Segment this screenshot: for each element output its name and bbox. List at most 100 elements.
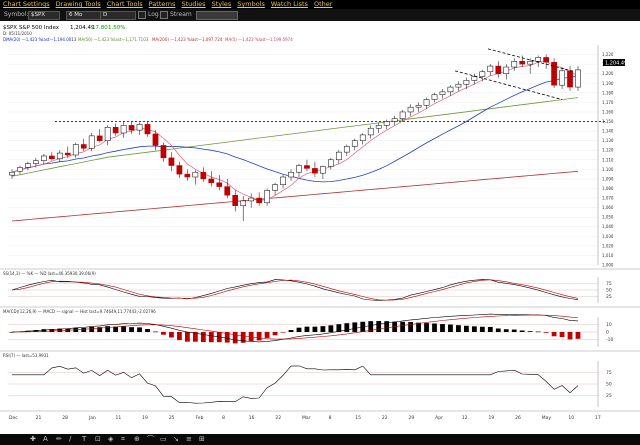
- y-tick-label: 1,020: [602, 243, 614, 248]
- candle-body: [224, 186, 231, 196]
- candle-body: [535, 57, 541, 62]
- price-marker-label: 1,204.49: [605, 61, 627, 67]
- candle-body: [296, 165, 302, 173]
- macd-hist-bar: [440, 324, 445, 332]
- y-tick-label: 1,220: [602, 52, 614, 57]
- ma20-label: DMA(20) —1,423 %last—1,194.0013: [3, 37, 77, 42]
- macd-hist-bar: [89, 326, 95, 332]
- drawing-tool-icon-2[interactable]: ✏: [56, 434, 62, 445]
- drawing-tool-icon-1[interactable]: A: [43, 434, 48, 445]
- candle-body: [383, 121, 390, 126]
- macd-level-label: 10: [606, 322, 612, 328]
- candle-body: [17, 167, 23, 172]
- drawing-tool-icon-0[interactable]: ✚: [30, 434, 36, 445]
- macd-hist-bar: [105, 326, 111, 332]
- macd-hist-bar: [256, 332, 262, 341]
- drawing-tool-icon-11[interactable]: ↘: [173, 434, 179, 445]
- period-select[interactable]: D: [100, 11, 136, 20]
- drawing-tool-icon-6[interactable]: ◈: [108, 434, 113, 445]
- symbol-input[interactable]: $SPX: [28, 11, 60, 20]
- menu-item-watch-lists[interactable]: Watch Lists: [271, 0, 308, 9]
- rsi-label: RSI(7) — last=53.9931: [3, 353, 49, 358]
- menu-item-symbols[interactable]: Symbols: [237, 0, 265, 9]
- macd-hist-bar: [121, 326, 127, 332]
- menu-item-chart-tools[interactable]: Chart Tools: [107, 0, 143, 9]
- candle-body: [176, 165, 183, 175]
- macd-hist-bar: [296, 327, 302, 332]
- chart-area[interactable]: $SPX S&P 500 Index 1,204.49 17.80 1.50% …: [0, 21, 640, 434]
- candle-body: [264, 190, 270, 204]
- candle-body: [431, 94, 438, 100]
- date-line: D: 05/11/2010: [3, 31, 32, 36]
- macd-hist-bar: [288, 329, 294, 332]
- macd-hist-bar: [471, 326, 477, 332]
- drawing-tool-icon-5[interactable]: ⊡: [95, 434, 101, 445]
- stream-label: Stream: [170, 11, 192, 18]
- ma5-label: MA(5) —1,423 %last—1,199.5974: [225, 37, 293, 42]
- macd-hist-bar: [503, 329, 509, 332]
- menu-item-studies[interactable]: Studies: [181, 0, 205, 9]
- macd-hist-bar: [535, 331, 541, 333]
- stoch-level-label: 75: [606, 281, 612, 287]
- macd-hist-bar: [320, 326, 326, 332]
- macd-hist-bar: [232, 332, 238, 344]
- macd-hist-bar: [184, 332, 190, 342]
- x-tick-label: 8: [329, 415, 332, 421]
- candle-body: [447, 86, 454, 93]
- log-checkbox[interactable]: [138, 11, 146, 19]
- change-value: 17.80: [92, 25, 108, 31]
- macd-hist-bar: [448, 324, 453, 332]
- candle-body: [240, 200, 247, 206]
- y-tick-label: 1,180: [602, 90, 614, 95]
- range-select[interactable]: 6 Mo: [66, 11, 102, 20]
- candle-body: [49, 155, 55, 160]
- x-tick-label: 26: [515, 415, 521, 421]
- candle-body: [439, 91, 446, 95]
- macd-hist-bar: [280, 332, 286, 333]
- candle-body: [168, 157, 175, 166]
- macd-hist-bar: [169, 332, 174, 338]
- y-tick-label: 1,170: [602, 100, 614, 105]
- drawing-tool-icon-4[interactable]: T: [82, 434, 86, 445]
- macd-hist-bar: [567, 332, 573, 340]
- candle-body: [280, 176, 286, 185]
- drawing-tool-icon-8[interactable]: ⊕: [134, 434, 140, 445]
- drawing-tool-icon-7[interactable]: ⌗: [121, 434, 125, 445]
- candle-body: [415, 105, 422, 108]
- macd-hist-bar: [264, 332, 270, 338]
- menu-item-patterns[interactable]: Patterns: [149, 0, 176, 9]
- candle-body: [351, 140, 358, 147]
- menu-item-other[interactable]: Other: [314, 0, 332, 9]
- candle-body: [343, 146, 350, 153]
- stream-checkbox[interactable]: [160, 11, 168, 19]
- macd-hist-bar: [200, 332, 206, 343]
- drawing-toolbar: ✚ A ✏ ∕ T ⊡ ◈ ⌗ ⊕ ⌒ ▭ ↘ ≡ ⊞: [0, 434, 640, 445]
- candle-body: [503, 66, 510, 74]
- candle-body: [80, 144, 87, 149]
- candle-body: [56, 152, 63, 160]
- candle-body: [152, 133, 159, 146]
- menu-item-styles[interactable]: Styles: [212, 0, 232, 9]
- candle-body: [216, 182, 223, 187]
- drawing-tool-icon-12[interactable]: ≡: [186, 434, 192, 445]
- macd-hist-bar: [551, 332, 557, 337]
- candle-body: [256, 197, 262, 204]
- drawing-tool-icon-3[interactable]: ∕: [69, 434, 71, 445]
- candle-body: [567, 70, 573, 88]
- menu-item-drawing-tools[interactable]: Drawing Tools: [56, 0, 101, 9]
- drawing-tool-icon-13[interactable]: ⊞: [199, 434, 205, 445]
- y-tick-label: 1,060: [602, 205, 614, 210]
- candle-body: [575, 69, 581, 88]
- candle-body: [471, 76, 478, 81]
- x-tick-label: Mar: [302, 415, 311, 421]
- candle-body: [248, 197, 255, 202]
- candle-body: [272, 184, 278, 191]
- candle-body: [399, 111, 406, 119]
- drawing-tool-icon-10[interactable]: ▭: [160, 434, 167, 445]
- update-button[interactable]: [196, 11, 238, 20]
- y-tick-label: 1,100: [602, 167, 614, 172]
- menu-item-chart-settings[interactable]: Chart Settings: [3, 0, 50, 9]
- candle-body: [559, 70, 565, 86]
- macd-hist-bar: [559, 332, 565, 338]
- drawing-tool-icon-9[interactable]: ⌒: [147, 434, 154, 445]
